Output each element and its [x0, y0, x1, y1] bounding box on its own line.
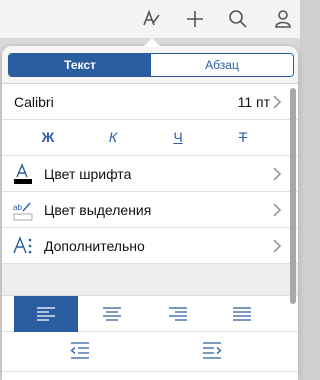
increase-indent-icon[interactable]: [202, 342, 222, 360]
indent-row: [2, 332, 298, 372]
highlight-color-row[interactable]: ab Цвет выделения: [2, 192, 298, 228]
align-center-button[interactable]: [80, 296, 144, 332]
chevron-right-icon: [273, 239, 282, 253]
align-justify-icon: [233, 307, 251, 321]
underline-button[interactable]: Ч: [158, 129, 198, 147]
svg-text:ab: ab: [13, 203, 22, 212]
tab-segmented-control: Текст Абзац: [8, 53, 294, 77]
top-toolbar: [0, 0, 300, 38]
popover-arrow: [143, 38, 161, 47]
font-row[interactable]: Calibri 11 пт: [2, 84, 298, 120]
alignment-row: [2, 296, 298, 332]
profile-icon[interactable]: [270, 6, 296, 32]
chevron-right-icon: [273, 167, 282, 181]
font-name: Calibri: [14, 94, 54, 110]
add-icon[interactable]: [182, 6, 208, 32]
chevron-right-icon: [273, 95, 282, 109]
format-popover: Текст Абзац Calibri 11 пт Ж К Ч Т Цвет ш…: [2, 46, 298, 380]
text-effects-icon: [13, 236, 32, 254]
align-left-icon: [37, 307, 55, 321]
font-color-row[interactable]: Цвет шрифта: [2, 156, 298, 192]
format-brush-icon[interactable]: [138, 6, 164, 32]
more-options-label: Дополнительно: [44, 238, 145, 254]
align-center-icon: [103, 307, 121, 321]
align-right-button[interactable]: [146, 296, 210, 332]
more-options-row[interactable]: Дополнительно: [2, 228, 298, 264]
font-size: 11 пт: [237, 94, 270, 110]
bold-button[interactable]: Ж: [28, 129, 68, 147]
tab-paragraph[interactable]: Абзац: [151, 54, 293, 76]
scrollbar[interactable]: [290, 88, 296, 304]
italic-button[interactable]: К: [93, 129, 133, 147]
section-separator: [2, 264, 298, 296]
font-color-icon: [14, 163, 32, 184]
search-icon[interactable]: [225, 6, 251, 32]
text-style-row: Ж К Ч Т: [2, 120, 298, 156]
chevron-right-icon: [273, 203, 282, 217]
highlight-color-label: Цвет выделения: [44, 202, 152, 218]
decrease-indent-icon[interactable]: [70, 342, 90, 360]
align-justify-button[interactable]: [210, 296, 274, 332]
font-color-label: Цвет шрифта: [44, 166, 132, 182]
align-right-icon: [169, 307, 187, 321]
tab-text[interactable]: Текст: [9, 54, 151, 76]
align-left-button[interactable]: [14, 296, 78, 332]
highlight-color-icon: ab: [13, 202, 33, 221]
strikethrough-button[interactable]: Т: [223, 129, 263, 147]
tab-bar: Текст Абзац: [2, 46, 298, 84]
